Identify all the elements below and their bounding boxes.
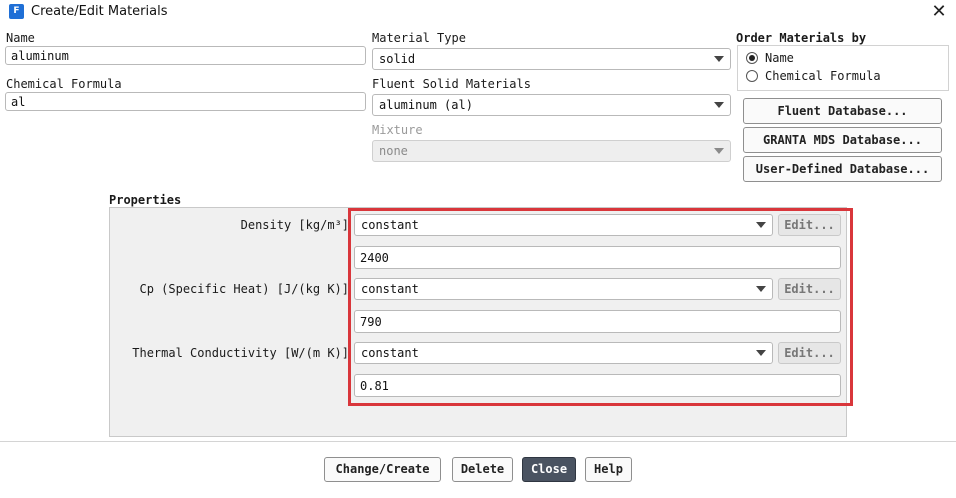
material-type-value: solid	[379, 52, 416, 66]
title-bar: F Create/Edit Materials ✕	[0, 0, 956, 24]
chevron-down-icon	[714, 148, 724, 154]
order-by-name-label: Name	[765, 51, 794, 65]
granta-mds-database-button[interactable]: GRANTA MDS Database...	[743, 127, 942, 153]
specific-heat-label: Cp (Specific Heat) [J/(kg K)]	[139, 282, 349, 296]
mixture-dropdown: none	[372, 140, 731, 162]
radio-checked-icon	[746, 52, 758, 64]
window-title: Create/Edit Materials	[31, 4, 168, 19]
chevron-down-icon	[714, 102, 724, 108]
thermal-conductivity-label: Thermal Conductivity [W/(m K)]	[132, 346, 349, 360]
material-type-label: Material Type	[372, 31, 466, 45]
radio-unchecked-icon	[746, 70, 758, 82]
help-button[interactable]: Help	[585, 457, 632, 482]
density-label: Density [kg/m³]	[240, 218, 349, 232]
name-label: Name	[6, 31, 35, 45]
fluent-solid-materials-label: Fluent Solid Materials	[372, 77, 531, 91]
fluent-app-icon: F	[9, 4, 24, 19]
fluent-solid-materials-value: aluminum (al)	[379, 98, 473, 112]
fluent-database-button[interactable]: Fluent Database...	[743, 98, 942, 124]
chemical-formula-input[interactable]	[5, 92, 366, 111]
change-create-button[interactable]: Change/Create	[324, 457, 441, 482]
chevron-down-icon	[714, 56, 724, 62]
close-window-icon[interactable]: ✕	[928, 1, 950, 23]
delete-button[interactable]: Delete	[452, 457, 513, 482]
highlight-box	[348, 208, 853, 406]
material-type-dropdown[interactable]: solid	[372, 48, 731, 70]
name-input[interactable]	[5, 46, 366, 65]
properties-label: Properties	[109, 193, 182, 207]
order-by-chemical-formula-label: Chemical Formula	[765, 69, 881, 83]
chemical-formula-label: Chemical Formula	[6, 77, 122, 91]
mixture-value: none	[379, 144, 408, 158]
user-defined-database-button[interactable]: User-Defined Database...	[743, 156, 942, 182]
order-materials-by-group: Name Chemical Formula	[737, 45, 949, 91]
order-materials-by-label: Order Materials by	[736, 31, 867, 45]
footer-separator	[0, 441, 956, 442]
close-button[interactable]: Close	[522, 457, 576, 482]
mixture-label: Mixture	[372, 123, 423, 137]
fluent-solid-materials-dropdown[interactable]: aluminum (al)	[372, 94, 731, 116]
